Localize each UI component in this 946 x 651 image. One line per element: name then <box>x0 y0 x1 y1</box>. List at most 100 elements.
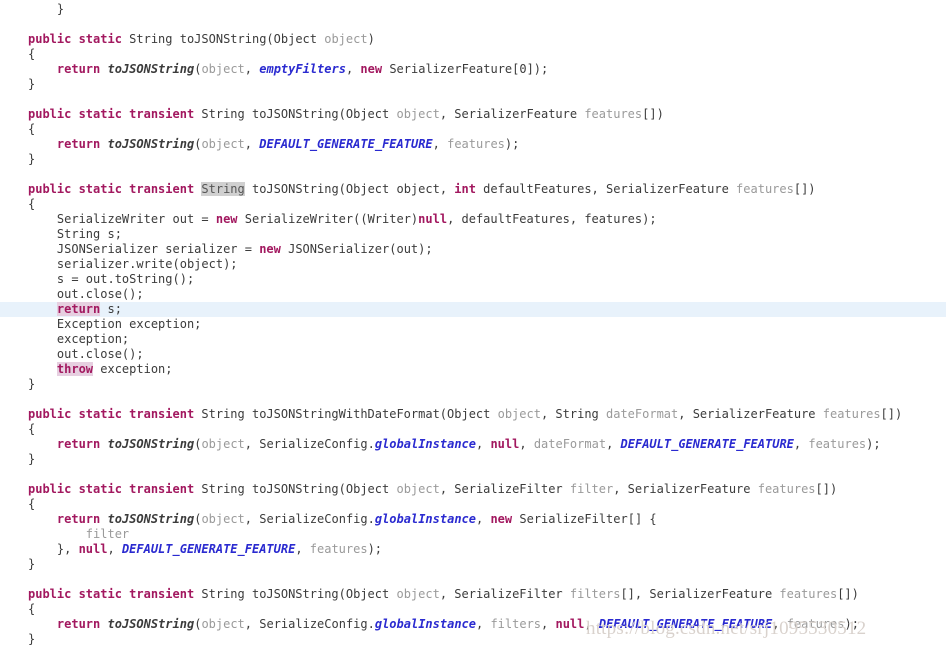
code-token: , String <box>540 407 606 421</box>
code-line[interactable] <box>0 467 946 482</box>
code-token: , SerializeConfig. <box>244 437 375 451</box>
code-line[interactable]: return toJSONString(object, SerializeCon… <box>0 437 946 452</box>
code-token: String s; <box>28 227 122 241</box>
code-line[interactable]: SerializeWriter out = new SerializeWrite… <box>0 212 946 227</box>
code-line[interactable] <box>0 167 946 182</box>
code-line[interactable]: out.close(); <box>0 287 946 302</box>
code-line[interactable]: { <box>0 422 946 437</box>
code-line[interactable]: out.close(); <box>0 347 946 362</box>
code-line[interactable]: public static transient String toJSONStr… <box>0 182 946 197</box>
code-token: new <box>490 512 513 526</box>
code-line[interactable]: public static transient String toJSONStr… <box>0 107 946 122</box>
code-line[interactable]: { <box>0 197 946 212</box>
code-token: new <box>215 212 238 226</box>
code-line[interactable] <box>0 17 946 32</box>
code-token: []) <box>793 182 816 196</box>
code-token: , <box>432 137 448 151</box>
code-line[interactable]: } <box>0 377 946 392</box>
code-token: { <box>28 122 36 136</box>
code-line[interactable]: } <box>0 452 946 467</box>
code-token: out.close(); <box>28 287 144 301</box>
code-token: null <box>78 542 108 556</box>
code-line[interactable]: exception; <box>0 332 946 347</box>
code-token: return <box>56 302 101 316</box>
code-token: features <box>447 137 505 151</box>
code-token: defaultFeatures, SerializerFeature <box>475 182 737 196</box>
code-token: SerializeFilter[] { <box>512 512 657 526</box>
code-line[interactable]: } <box>0 557 946 572</box>
code-token: , <box>345 62 361 76</box>
code-token: []) <box>642 107 664 121</box>
code-line[interactable]: { <box>0 122 946 137</box>
code-editor-viewport[interactable]: } public static String toJSONString(Obje… <box>0 0 946 651</box>
code-line[interactable]: return s; <box>0 302 946 317</box>
code-token: SerializeWriter((Writer) <box>237 212 419 226</box>
code-token: object <box>201 437 245 451</box>
code-line[interactable]: public static transient String toJSONStr… <box>0 482 946 497</box>
code-token: } <box>56 2 65 16</box>
code-line[interactable]: public static transient String toJSONStr… <box>0 587 946 602</box>
code-line[interactable]: throw exception; <box>0 362 946 377</box>
code-line[interactable]: } <box>0 152 946 167</box>
code-line[interactable]: Exception exception; <box>0 317 946 332</box>
code-token: features <box>584 107 643 121</box>
code-token: globalInstance <box>374 617 476 631</box>
code-token: , <box>244 62 260 76</box>
code-token: globalInstance <box>374 512 476 526</box>
source-code-listing[interactable]: } public static String toJSONString(Obje… <box>0 0 946 647</box>
code-token: public static transient <box>28 107 202 121</box>
code-token: String toJSONString(Object <box>129 32 325 46</box>
code-line[interactable]: }, null, DEFAULT_GENERATE_FEATURE, featu… <box>0 542 946 557</box>
code-line[interactable] <box>0 572 946 587</box>
code-token: dateFormat <box>533 437 607 451</box>
code-line[interactable]: public static transient String toJSONStr… <box>0 407 946 422</box>
code-line[interactable]: { <box>0 47 946 62</box>
code-line[interactable] <box>0 392 946 407</box>
code-token: emptyFilters <box>259 62 346 76</box>
code-line[interactable]: return toJSONString(object, DEFAULT_GENE… <box>0 137 946 152</box>
code-line[interactable]: return toJSONString(object, SerializeCon… <box>0 512 946 527</box>
code-line[interactable]: } <box>0 77 946 92</box>
code-token: } <box>28 377 36 391</box>
code-token: { <box>28 497 36 511</box>
code-line[interactable]: { <box>0 497 946 512</box>
code-token: toJSONString <box>107 617 195 631</box>
code-token: , <box>476 437 491 451</box>
code-line[interactable] <box>0 92 946 107</box>
code-token: public static <box>28 32 130 46</box>
code-line[interactable]: } <box>0 2 946 17</box>
code-token: DEFAULT_GENERATE_FEATURE <box>620 437 794 451</box>
code-token: , SerializeFilter <box>439 482 570 496</box>
code-line[interactable]: JSONSerializer serializer = new JSONSeri… <box>0 242 946 257</box>
code-line[interactable]: String s; <box>0 227 946 242</box>
code-token: DEFAULT_GENERATE_FEATURE <box>121 542 296 556</box>
code-line[interactable]: serializer.write(object); <box>0 257 946 272</box>
code-token: object <box>201 137 245 151</box>
code-token: ) <box>367 32 375 46</box>
code-token: , SerializeFilter <box>439 587 570 601</box>
code-token: } <box>28 632 36 646</box>
code-line[interactable]: { <box>0 602 946 617</box>
code-line[interactable]: public static String toJSONString(Object… <box>0 32 946 47</box>
code-token: , <box>244 137 260 151</box>
code-token: out.close(); <box>28 347 144 361</box>
code-token: filters <box>569 587 621 601</box>
code-token: Exception exception; <box>28 317 202 331</box>
code-line[interactable]: return toJSONString(object, emptyFilters… <box>0 62 946 77</box>
code-token: int <box>454 182 476 196</box>
code-line[interactable]: s = out.toString(); <box>0 272 946 287</box>
code-token: features <box>808 437 867 451</box>
code-token: filter <box>569 482 614 496</box>
code-token: , SerializeConfig. <box>244 617 375 631</box>
code-token: features <box>757 482 816 496</box>
code-token: public static transient <box>28 482 202 496</box>
code-line[interactable]: filter <box>0 527 946 542</box>
code-token: []) <box>815 482 838 496</box>
code-token: toJSONString <box>107 437 195 451</box>
code-token: globalInstance <box>374 437 476 451</box>
code-token: } <box>28 557 36 571</box>
